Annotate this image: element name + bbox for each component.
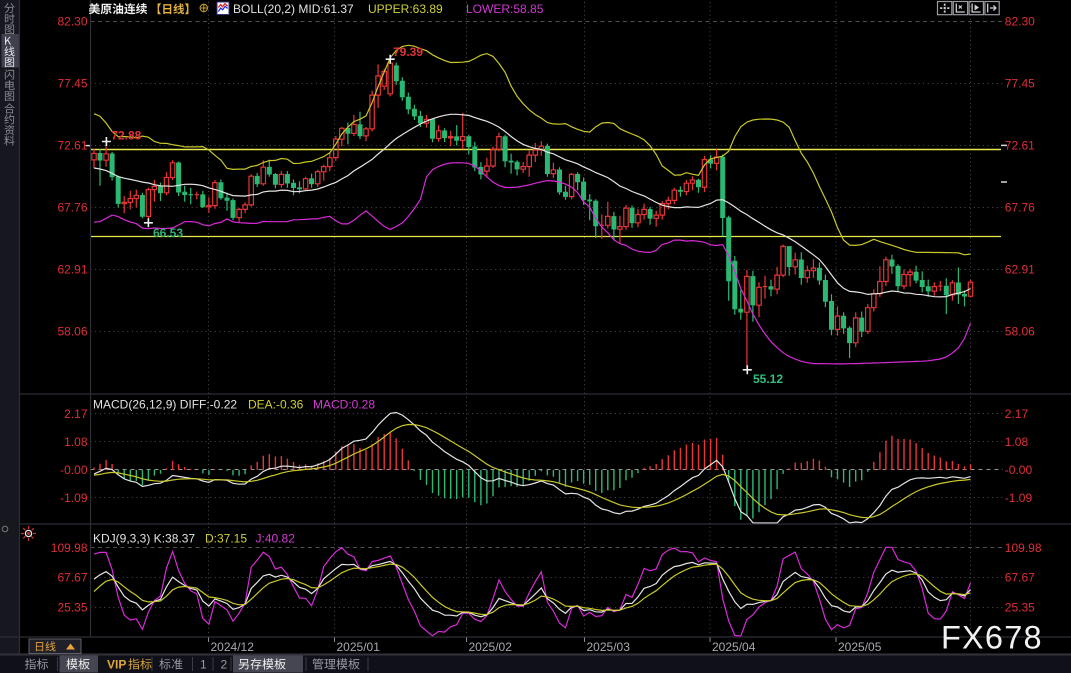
svg-text:-1.09: -1.09	[1005, 491, 1033, 505]
svg-text:1.08: 1.08	[64, 435, 88, 449]
svg-text:J:40.82: J:40.82	[256, 532, 296, 546]
svg-text:25.35: 25.35	[1005, 601, 1035, 615]
svg-text:2.17: 2.17	[1005, 407, 1029, 421]
svg-text:2025/01: 2025/01	[337, 640, 381, 654]
svg-text:82.30: 82.30	[57, 15, 87, 29]
svg-text:D:37.15: D:37.15	[205, 532, 247, 546]
svg-text:67.76: 67.76	[1005, 201, 1035, 215]
svg-text:UPPER:63.89: UPPER:63.89	[368, 2, 443, 16]
svg-text:MACD(26,12,9) DIFF:-0.22: MACD(26,12,9) DIFF:-0.22	[93, 398, 237, 412]
svg-text:109.98: 109.98	[51, 541, 88, 555]
svg-text:VIP: VIP	[107, 658, 126, 672]
svg-text:KDJ(9,3,3) K:38.37: KDJ(9,3,3) K:38.37	[93, 532, 195, 546]
svg-text:55.12: 55.12	[753, 372, 783, 386]
svg-text:67.67: 67.67	[1005, 571, 1035, 585]
svg-text:67.76: 67.76	[57, 201, 87, 215]
svg-text:79.39: 79.39	[393, 45, 423, 59]
svg-text:2025/03: 2025/03	[587, 640, 631, 654]
svg-text:FX678: FX678	[941, 620, 1043, 656]
svg-text:2.17: 2.17	[64, 407, 88, 421]
svg-text:77.45: 77.45	[1005, 77, 1035, 91]
svg-text:82.30: 82.30	[1005, 15, 1035, 29]
svg-text:72.88: 72.88	[111, 128, 141, 142]
svg-text:72.61: 72.61	[1005, 139, 1035, 153]
svg-text:72.61: 72.61	[57, 139, 87, 153]
svg-text:66.53: 66.53	[153, 226, 183, 240]
svg-text:1: 1	[200, 658, 207, 672]
svg-text:-0.00: -0.00	[1005, 463, 1033, 477]
svg-text:2025/05: 2025/05	[838, 640, 882, 654]
svg-text:MACD:0.28: MACD:0.28	[313, 398, 375, 412]
svg-text:25.35: 25.35	[57, 601, 87, 615]
svg-text:109.98: 109.98	[1005, 541, 1042, 555]
svg-text:1.08: 1.08	[1005, 435, 1029, 449]
svg-text:BOLL(20,2) MID:61.37: BOLL(20,2) MID:61.37	[233, 2, 354, 16]
svg-text:62.91: 62.91	[57, 263, 87, 277]
svg-text:2024/12: 2024/12	[211, 640, 255, 654]
svg-text:DEA:-0.36: DEA:-0.36	[248, 398, 304, 412]
svg-text:77.45: 77.45	[57, 77, 87, 91]
svg-text:-0.00: -0.00	[60, 463, 88, 477]
svg-text:-1.09: -1.09	[60, 491, 88, 505]
svg-text:2: 2	[221, 658, 228, 672]
svg-text:67.67: 67.67	[57, 571, 87, 585]
svg-text:62.91: 62.91	[1005, 263, 1035, 277]
svg-text:58.06: 58.06	[1005, 324, 1035, 338]
svg-text:2025/02: 2025/02	[469, 640, 513, 654]
svg-text:2025/04: 2025/04	[712, 640, 756, 654]
svg-text:58.06: 58.06	[57, 324, 87, 338]
svg-text:LOWER:58.85: LOWER:58.85	[466, 2, 544, 16]
